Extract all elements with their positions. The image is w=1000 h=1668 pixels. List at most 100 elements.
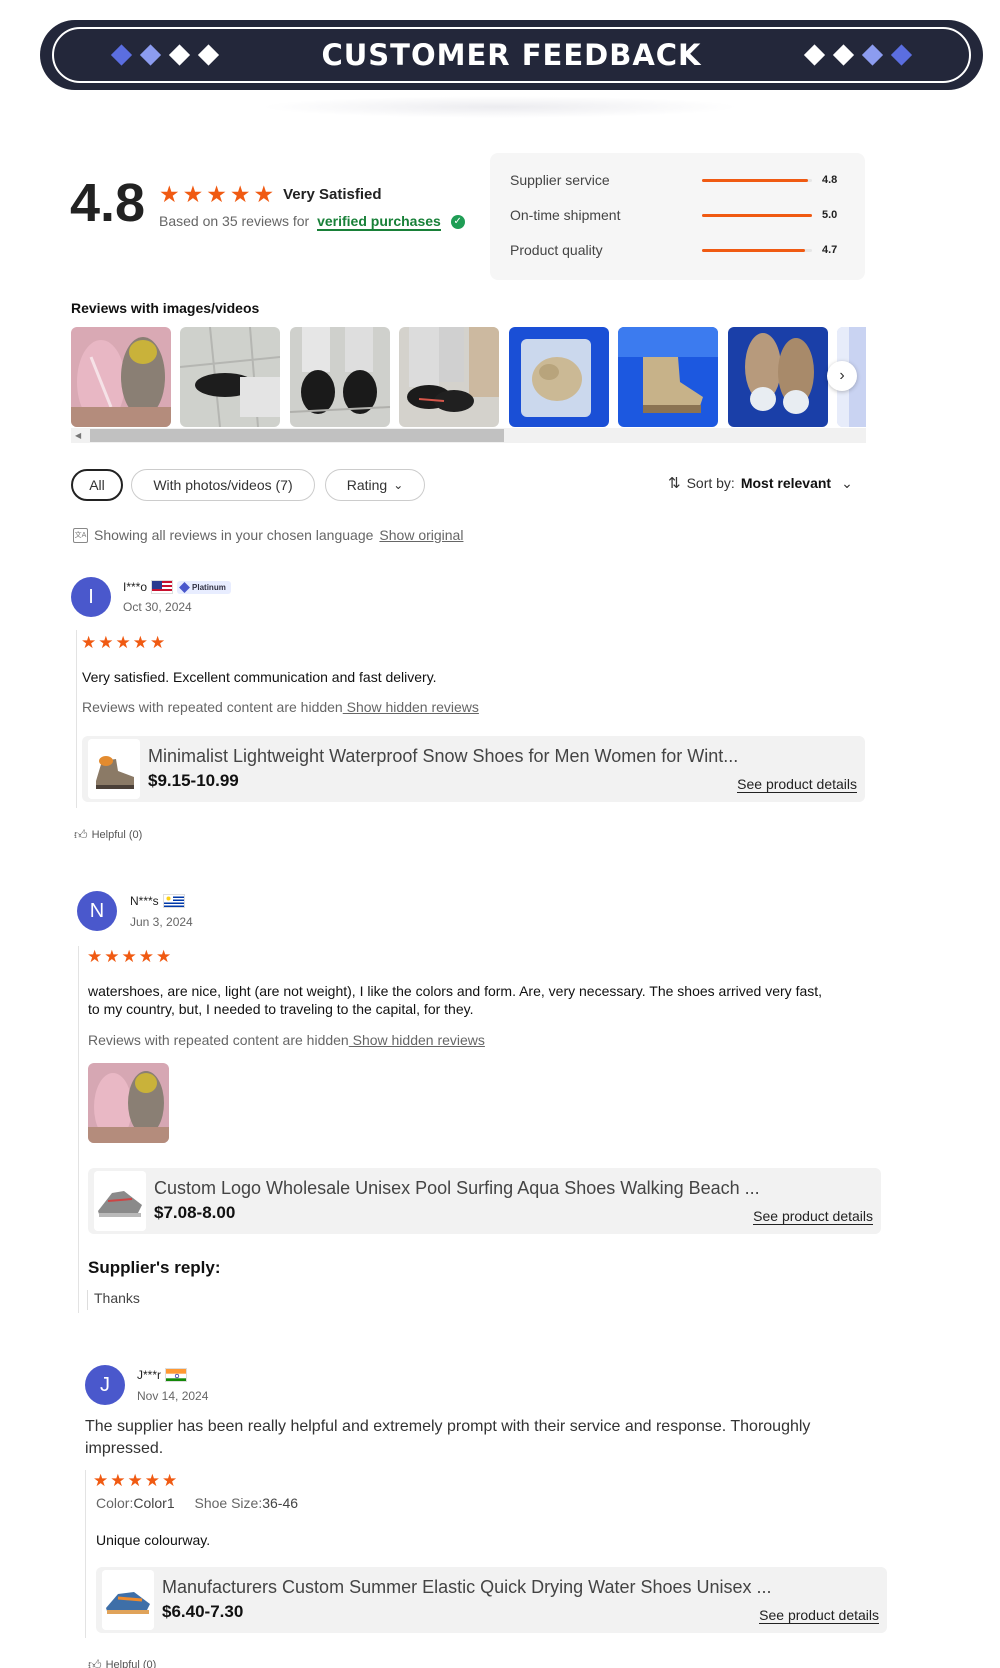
product-title[interactable]: Custom Logo Wholesale Unisex Pool Surfin… bbox=[154, 1178, 760, 1199]
diamond-icon bbox=[832, 44, 855, 66]
see-product-details-link[interactable]: See product details bbox=[753, 1208, 873, 1225]
review-photo-thumb[interactable] bbox=[180, 327, 280, 427]
see-product-details-link[interactable]: See product details bbox=[759, 1607, 879, 1624]
avatar: J bbox=[85, 1365, 125, 1405]
review-date: Jun 3, 2024 bbox=[130, 915, 193, 929]
review-photo-thumb[interactable] bbox=[618, 327, 718, 427]
review-photo-thumb[interactable] bbox=[290, 327, 390, 427]
review-divider bbox=[85, 1470, 86, 1638]
show-hidden-reviews-link[interactable]: Show hidden reviews bbox=[349, 1032, 485, 1048]
diamond-icon bbox=[110, 44, 133, 66]
reply-divider bbox=[87, 1290, 88, 1310]
product-title[interactable]: Minimalist Lightweight Waterproof Snow S… bbox=[148, 746, 738, 767]
banner-diamonds-right bbox=[803, 44, 913, 66]
thumbs-up-icon: 👍︎ bbox=[74, 827, 88, 842]
sort-dropdown[interactable]: ⇅ Sort by: Most relevant ⌄ bbox=[668, 474, 853, 493]
reviewer-name: N***s bbox=[130, 894, 185, 908]
filter-photos-chip[interactable]: With photos/videos (7) bbox=[131, 469, 315, 501]
star-icon: ★ bbox=[81, 633, 97, 652]
us-flag-icon bbox=[151, 580, 174, 594]
scrollbar-thumb[interactable] bbox=[90, 429, 504, 442]
diamond-icon bbox=[861, 44, 884, 66]
filter-rating-dropdown[interactable]: Rating ⌄ bbox=[325, 469, 425, 501]
review-text: Unique colourway. bbox=[96, 1532, 211, 1548]
star-icon: ★ bbox=[253, 181, 275, 207]
helpful-button[interactable]: 👍︎ Helpful (0) bbox=[88, 1657, 156, 1668]
show-original-link[interactable]: Show original bbox=[379, 527, 463, 543]
rating-bar bbox=[702, 178, 812, 182]
review-text-line-1: watershoes, are nice, light (are not wei… bbox=[88, 983, 823, 999]
gallery-scrollbar[interactable]: ◀ bbox=[71, 428, 866, 443]
sort-value: Most relevant bbox=[740, 475, 832, 491]
sub-ratings-panel: Supplier service 4.8 On-time shipment 5.… bbox=[490, 153, 865, 280]
star-icon: ★ bbox=[110, 1471, 126, 1490]
helpful-button[interactable]: 👍︎ Helpful (0) bbox=[74, 827, 142, 843]
reviewer-name-text: N***s bbox=[130, 894, 159, 908]
review-photo-thumb[interactable] bbox=[71, 327, 171, 427]
product-title[interactable]: Manufacturers Custom Summer Elastic Quic… bbox=[162, 1577, 772, 1598]
star-icon: ★ bbox=[87, 947, 103, 966]
filter-all-chip[interactable]: All bbox=[71, 469, 123, 501]
platinum-badge: Platinum bbox=[177, 580, 231, 594]
helpful-label: Helpful (0) bbox=[91, 829, 143, 841]
review-divider bbox=[78, 946, 79, 1313]
star-icon: ★ bbox=[150, 633, 166, 652]
review-photo-thumb[interactable] bbox=[509, 327, 609, 427]
show-hidden-reviews-link[interactable]: Show hidden reviews bbox=[343, 699, 479, 715]
sub-rating-supplier-service: Supplier service 4.8 bbox=[510, 170, 845, 190]
rating-bar bbox=[702, 248, 812, 252]
product-card[interactable]: Manufacturers Custom Summer Elastic Quic… bbox=[96, 1567, 887, 1633]
sub-rating-label: Supplier service bbox=[510, 172, 610, 188]
scroll-left-icon[interactable]: ◀ bbox=[75, 431, 81, 440]
sub-rating-label: Product quality bbox=[510, 242, 603, 258]
gallery-title: Reviews with images/videos bbox=[71, 300, 260, 316]
sub-rating-value: 4.8 bbox=[822, 174, 838, 186]
product-price: $9.15-10.99 bbox=[148, 771, 239, 790]
star-icon: ★ bbox=[156, 947, 172, 966]
verified-check-icon: ✓ bbox=[450, 215, 465, 230]
star-icon: ★ bbox=[132, 633, 148, 652]
diamond-icon bbox=[803, 44, 826, 66]
review-text-line-2: to my country, but, I needed to travelin… bbox=[88, 1001, 474, 1017]
hidden-note-text: Reviews with repeated content are hidden bbox=[82, 699, 343, 715]
review-date: Oct 30, 2024 bbox=[123, 600, 192, 614]
review-headline-line-1: The supplier has been really helpful and… bbox=[85, 1418, 811, 1435]
gallery-next-button[interactable]: › bbox=[827, 361, 857, 391]
star-icon: ★ bbox=[144, 1471, 160, 1490]
star-icon: ★ bbox=[206, 181, 227, 207]
review-media-gallery bbox=[71, 327, 866, 427]
chevron-down-icon: ⌄ bbox=[841, 474, 853, 491]
based-prefix: Based on 35 reviews for bbox=[159, 213, 310, 229]
review-photo-thumb[interactable] bbox=[728, 327, 828, 427]
product-thumb bbox=[102, 1570, 154, 1630]
review-photo-thumb[interactable] bbox=[399, 327, 499, 427]
sub-rating-value: 4.7 bbox=[822, 244, 838, 256]
product-card[interactable]: Minimalist Lightweight Waterproof Snow S… bbox=[82, 736, 865, 802]
product-price: $6.40-7.30 bbox=[162, 1602, 244, 1621]
badge-label: Platinum bbox=[192, 582, 226, 592]
size-attr-value: 36-46 bbox=[262, 1495, 299, 1511]
review-text: Very satisfied. Excellent communication … bbox=[82, 669, 437, 685]
chevron-right-icon: › bbox=[839, 367, 845, 384]
diamond-icon bbox=[168, 44, 191, 66]
chevron-down-icon: ⌄ bbox=[393, 478, 404, 492]
product-card[interactable]: Custom Logo Wholesale Unisex Pool Surfin… bbox=[88, 1168, 881, 1234]
review-photo-thumb[interactable] bbox=[88, 1063, 169, 1143]
overall-score: 4.8 bbox=[70, 173, 146, 233]
verified-purchases-link[interactable]: verified purchases bbox=[317, 213, 441, 231]
thumbs-up-icon: 👍︎ bbox=[88, 1657, 102, 1668]
review-divider bbox=[76, 630, 77, 808]
supplier-reply-text: Thanks bbox=[94, 1290, 140, 1306]
rating-bar-fill bbox=[702, 248, 806, 252]
reviewer-name-text: J***r bbox=[137, 1368, 162, 1382]
rating-bar bbox=[702, 213, 812, 217]
see-product-details-link[interactable]: See product details bbox=[737, 776, 857, 793]
diamond-icon bbox=[179, 581, 190, 593]
review-stars: ★ ★ ★ ★ ★ bbox=[81, 634, 165, 651]
size-attr-label: Shoe Size: bbox=[194, 1495, 263, 1511]
product-thumb bbox=[94, 1171, 146, 1231]
sort-arrows-icon: ⇅ bbox=[668, 475, 681, 492]
star-icon: ★ bbox=[229, 181, 251, 207]
diamond-icon bbox=[890, 44, 913, 66]
based-on-text: Based on 35 reviews for verified purchas… bbox=[159, 213, 465, 231]
